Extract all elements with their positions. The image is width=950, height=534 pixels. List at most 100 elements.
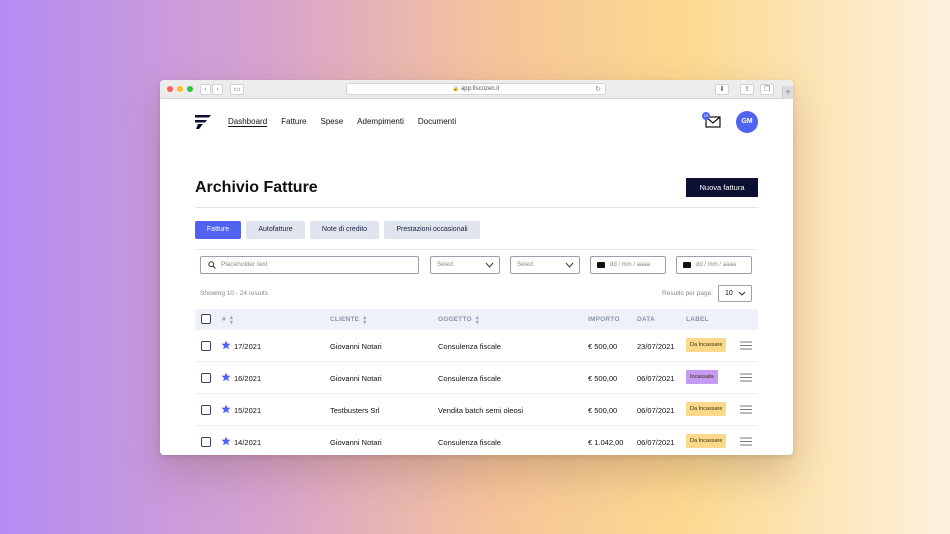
column-header-cliente-label: CLIENTE bbox=[330, 316, 360, 323]
back-icon[interactable]: ‹ bbox=[200, 84, 211, 95]
nav-link-adempimenti[interactable]: Adempimenti bbox=[357, 117, 404, 126]
logo-icon[interactable] bbox=[195, 115, 211, 129]
search-input[interactable]: Placeholder text bbox=[200, 256, 419, 274]
reload-icon[interactable]: ↻ bbox=[595, 84, 601, 95]
share-icon[interactable]: ⇪ bbox=[740, 84, 754, 95]
sort-icon[interactable]: ▴ ▾ bbox=[363, 315, 366, 326]
row-checkbox[interactable] bbox=[201, 437, 211, 447]
invoice-date: 23/07/2021 bbox=[637, 342, 675, 351]
invoice-amount: € 1.042,00 bbox=[588, 438, 624, 447]
row-checkbox[interactable] bbox=[201, 373, 211, 383]
header-divider bbox=[195, 207, 758, 208]
menu-icon[interactable] bbox=[740, 341, 752, 350]
column-header-importo: IMPORTO bbox=[588, 316, 620, 323]
tab-note-di-credito[interactable]: Note di credito bbox=[310, 221, 379, 239]
column-header-data: DATA bbox=[637, 316, 655, 323]
lock-icon: 🔒 bbox=[452, 86, 459, 92]
nav-link-documenti[interactable]: Documenti bbox=[418, 117, 456, 126]
download-icon[interactable]: ⬇ bbox=[715, 84, 729, 95]
row-checkbox[interactable] bbox=[201, 341, 211, 351]
nav-link-spese[interactable]: Spese bbox=[320, 117, 343, 126]
select-all-checkbox[interactable] bbox=[201, 314, 211, 324]
filter-select-1[interactable]: Select bbox=[430, 256, 500, 274]
tab-autofatture[interactable]: Autofatture bbox=[246, 221, 305, 239]
status-badge: Da Incassare bbox=[686, 402, 727, 416]
sort-icon[interactable]: ▴ ▾ bbox=[476, 315, 479, 326]
invoice-amount: € 500,00 bbox=[588, 342, 618, 351]
tab-prestazioni-occasionali[interactable]: Prestazioni occasionali bbox=[384, 221, 480, 239]
forward-icon[interactable]: › bbox=[212, 84, 223, 95]
star-icon[interactable] bbox=[221, 404, 231, 414]
date-to-placeholder: dd / mm / aaaa bbox=[696, 262, 737, 268]
search-placeholder: Placeholder text bbox=[221, 261, 268, 268]
column-header-number-label: # bbox=[222, 316, 226, 323]
avatar[interactable]: GM bbox=[736, 111, 758, 133]
invoice-number: 17/2021 bbox=[234, 342, 262, 351]
table-header: # ▴ ▾ CLIENTE ▴ ▾ OGGETTO ▴ ▾ IMPORTO DATA LAB… bbox=[195, 309, 758, 330]
star-icon[interactable] bbox=[221, 340, 231, 350]
star-icon[interactable] bbox=[221, 436, 231, 446]
invoice-amount: € 500,00 bbox=[588, 374, 618, 383]
invoice-number: 15/2021 bbox=[234, 406, 262, 415]
sort-icon[interactable]: ▴ ▾ bbox=[230, 315, 233, 326]
results-per-page-select[interactable]: 10 bbox=[718, 285, 752, 302]
invoice-subject: Consulenza fiscale bbox=[438, 374, 501, 383]
date-from-placeholder: dd / mm / aaaa bbox=[610, 262, 651, 268]
table-row[interactable]: 15/2021 Testbusters Srl Vendita batch se… bbox=[195, 394, 758, 426]
status-badge: Da Incassare bbox=[686, 434, 727, 448]
invoice-date: 06/07/2021 bbox=[637, 406, 675, 415]
row-checkbox[interactable] bbox=[201, 405, 211, 415]
address-bar[interactable]: 🔒 app.fiscozen.it ↻ bbox=[346, 83, 606, 95]
tabs-overview-icon[interactable]: ❐ bbox=[760, 84, 774, 95]
new-invoice-button[interactable]: Nuova fattura bbox=[686, 178, 758, 197]
menu-icon[interactable] bbox=[740, 437, 752, 446]
results-count: Showing 10 - 24 results bbox=[200, 290, 268, 297]
column-header-cliente[interactable]: CLIENTE ▴ ▾ bbox=[330, 315, 366, 326]
nav-links: Dashboard Fatture Spese Adempimenti Docu… bbox=[228, 117, 456, 126]
invoice-date: 06/07/2021 bbox=[637, 438, 675, 447]
tabs-divider bbox=[195, 249, 758, 250]
chevron-down-icon bbox=[565, 262, 574, 268]
search-icon bbox=[208, 261, 216, 269]
menu-icon[interactable] bbox=[740, 373, 752, 382]
table-row[interactable]: 14/2021 Giovanni Notari Consulenza fisca… bbox=[195, 426, 758, 455]
invoice-number: 16/2021 bbox=[234, 374, 262, 383]
page-title: Archivio Fatture bbox=[195, 179, 318, 196]
url-text: app.fiscozen.it bbox=[460, 86, 500, 92]
invoice-subject: Consulenza fiscale bbox=[438, 342, 501, 351]
invoice-amount: € 500,00 bbox=[588, 406, 618, 415]
column-header-number[interactable]: # ▴ ▾ bbox=[222, 315, 233, 326]
table-row[interactable]: 17/2021 Giovanni Notari Consulenza fisca… bbox=[195, 330, 758, 362]
invoice-tabs: Fatture Autofatture Note di credito Pres… bbox=[195, 221, 480, 239]
sidebar-toggle-icon[interactable]: ▭ bbox=[230, 84, 244, 95]
tab-fatture[interactable]: Fatture bbox=[195, 221, 241, 239]
browser-toolbar: ‹ › ▭ 🔒 app.fiscozen.it ↻ ⬇ ⇪ ❐ + bbox=[160, 80, 793, 99]
column-header-oggetto-label: OGGETTO bbox=[438, 316, 472, 323]
date-to-input[interactable]: dd / mm / aaaa bbox=[676, 256, 752, 274]
invoice-subject: Consulenza fiscale bbox=[438, 438, 501, 447]
mail-badge: 10 bbox=[702, 112, 710, 120]
client-name: Testbusters Srl bbox=[330, 406, 380, 415]
chevron-down-icon bbox=[738, 291, 746, 296]
client-name: Giovanni Notari bbox=[330, 374, 382, 383]
select-2-value: Select bbox=[517, 262, 534, 268]
calendar-icon bbox=[683, 262, 691, 268]
results-per-page-label: Results per page: bbox=[662, 290, 713, 297]
column-header-oggetto[interactable]: OGGETTO ▴ ▾ bbox=[438, 315, 479, 326]
results-per-page-value: 10 bbox=[725, 290, 733, 297]
nav-link-dashboard[interactable]: Dashboard bbox=[228, 117, 267, 126]
browser-window: ‹ › ▭ 🔒 app.fiscozen.it ↻ ⬇ ⇪ ❐ + Dashboa… bbox=[160, 80, 793, 455]
star-icon[interactable] bbox=[221, 372, 231, 382]
maximize-window-button[interactable] bbox=[187, 86, 193, 92]
date-from-input[interactable]: dd / mm / aaaa bbox=[590, 256, 666, 274]
close-window-button[interactable] bbox=[167, 86, 173, 92]
minimize-window-button[interactable] bbox=[177, 86, 183, 92]
nav-link-fatture[interactable]: Fatture bbox=[281, 117, 306, 126]
invoice-date: 06/07/2021 bbox=[637, 374, 675, 383]
filter-select-2[interactable]: Select bbox=[510, 256, 580, 274]
table-row[interactable]: 16/2021 Giovanni Notari Consulenza fisca… bbox=[195, 362, 758, 394]
menu-icon[interactable] bbox=[740, 405, 752, 414]
column-header-label: LABEL bbox=[686, 316, 709, 323]
new-tab-icon[interactable]: + bbox=[782, 86, 793, 99]
status-badge: Da Incassare bbox=[686, 338, 727, 352]
